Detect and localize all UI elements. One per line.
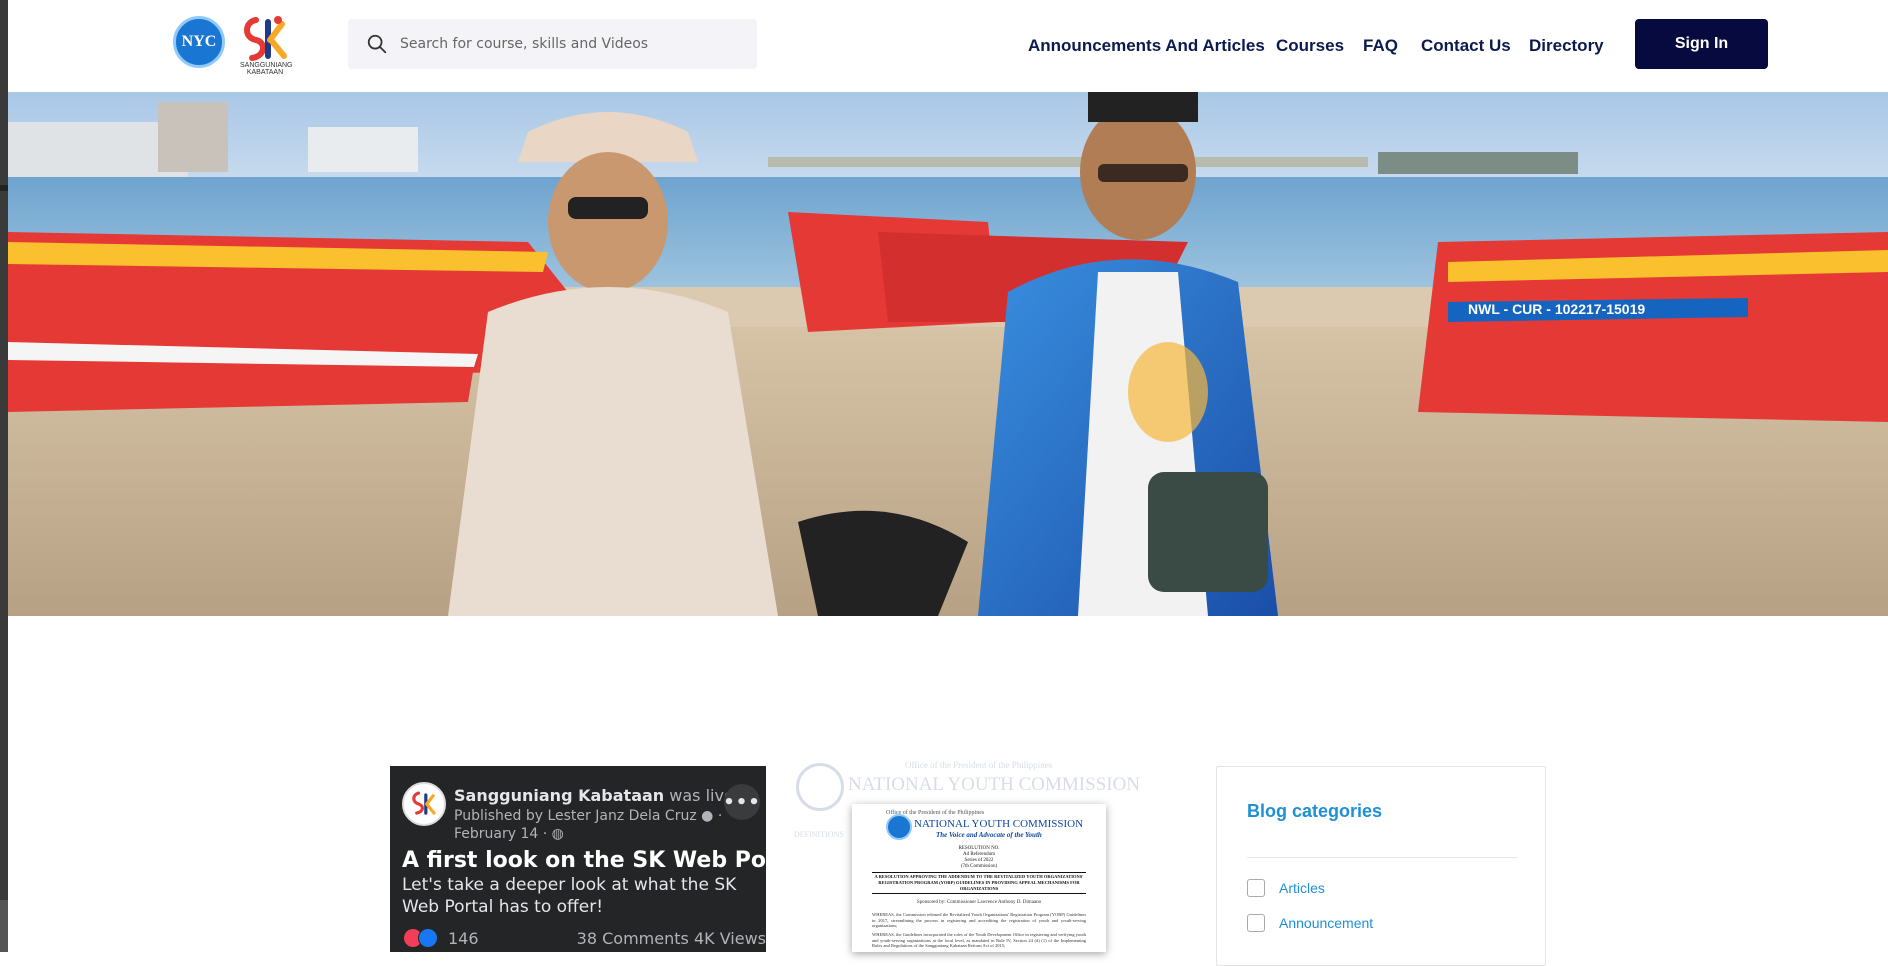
like-reaction-icon bbox=[418, 928, 438, 948]
boat-registration-text: NWL - CUR - 102217-15019 bbox=[1468, 301, 1645, 317]
doc-commission: (7th Commission) bbox=[960, 864, 998, 869]
blog-categories-title: Blog categories bbox=[1247, 801, 1383, 821]
post-date-line: February 14 · ◍ bbox=[454, 826, 564, 842]
category-checkbox[interactable] bbox=[1247, 914, 1265, 932]
post-published-by: Published by Lester Janz Dela Cruz ● · bbox=[454, 808, 723, 824]
comment-count[interactable]: 38 Comments bbox=[577, 929, 689, 948]
doc-bg-office: Office of the President of the Philippin… bbox=[905, 760, 1053, 770]
sk-logo-caption: SANGGUNIANG KABATAAN bbox=[240, 62, 293, 76]
nav-contact-us[interactable]: Contact Us bbox=[1421, 36, 1511, 56]
category-checkbox[interactable] bbox=[1247, 879, 1265, 897]
edge-mark bbox=[0, 185, 8, 191]
post-date[interactable]: February 14 bbox=[454, 826, 538, 842]
nav-directory[interactable]: Directory bbox=[1529, 36, 1604, 56]
post-body: Let's take a deeper look at what the SK … bbox=[402, 875, 737, 917]
more-options-icon[interactable]: ••• bbox=[723, 784, 760, 820]
edge-mark bbox=[0, 900, 8, 952]
divider bbox=[1247, 857, 1517, 858]
info-icon: ● · bbox=[701, 808, 723, 824]
nav-announcements-and-articles[interactable]: Announcements And Articles bbox=[1028, 36, 1265, 56]
nav-courses[interactable]: Courses bbox=[1276, 36, 1344, 56]
doc-agency: NATIONAL YOUTH COMMISSION bbox=[914, 818, 1084, 830]
doc-heading: A RESOLUTION APPROVING THE ADDENDUM TO T… bbox=[872, 872, 1086, 894]
hero-banner: NWL - CUR - 102217-15019 bbox=[8, 92, 1888, 616]
doc-bg-definitions: DEFINITIONS bbox=[794, 830, 844, 839]
doc-sponsor: Sponsored by: Commissioner Lawrence Anth… bbox=[916, 900, 1042, 905]
reaction-summary[interactable]: 146 bbox=[404, 928, 479, 948]
search-input[interactable] bbox=[398, 35, 722, 53]
search-icon bbox=[367, 34, 387, 54]
doc-whereas-1: WHEREAS, the Commission released the Rev… bbox=[872, 912, 1086, 928]
post-title: A first look on the SK Web Portal bbox=[402, 848, 766, 873]
hero-photo: NWL - CUR - 102217-15019 bbox=[8, 92, 1888, 616]
nyc-seal bbox=[886, 814, 912, 840]
category-label[interactable]: Announcement bbox=[1279, 915, 1373, 931]
doc-tagline: The Voice and Advocate of the Youth bbox=[936, 831, 1042, 839]
nav-faq[interactable]: FAQ bbox=[1363, 36, 1398, 56]
category-articles[interactable]: Articles bbox=[1247, 879, 1325, 897]
blog-categories-widget: Blog categories Articles Announcement bbox=[1216, 766, 1546, 966]
reaction-count: 146 bbox=[448, 928, 479, 948]
globe-icon: · ◍ bbox=[542, 826, 564, 842]
post-stats: 38 Comments 4K Views bbox=[577, 929, 766, 948]
search-bar[interactable] bbox=[348, 19, 757, 69]
facebook-post-card[interactable]: Sangguniang Kabataan was live. Published… bbox=[390, 766, 766, 952]
nyc-logo[interactable]: NYC bbox=[173, 16, 225, 68]
window-left-edge bbox=[0, 0, 8, 952]
post-page-name[interactable]: Sangguniang Kabataan bbox=[454, 786, 664, 805]
site-header: NYC SANGGUNIANG KABATAAN Announcements A… bbox=[8, 0, 1888, 92]
sk-page-avatar[interactable] bbox=[402, 782, 446, 826]
category-announcement[interactable]: Announcement bbox=[1247, 914, 1373, 932]
doc-whereas-2: WHEREAS, the Guidelines incorporated the… bbox=[872, 932, 1086, 948]
resolution-document-thumbnail[interactable]: Office of the President of the Philippin… bbox=[852, 804, 1106, 952]
post-author-line: Sangguniang Kabataan was live. bbox=[454, 786, 739, 805]
sign-in-button[interactable]: Sign In bbox=[1635, 19, 1768, 69]
view-count: 4K Views bbox=[693, 929, 766, 948]
nyc-seal-watermark bbox=[796, 763, 844, 811]
category-label[interactable]: Articles bbox=[1279, 880, 1325, 896]
doc-bg-agency: NATIONAL YOUTH COMMISSION bbox=[848, 774, 1141, 795]
